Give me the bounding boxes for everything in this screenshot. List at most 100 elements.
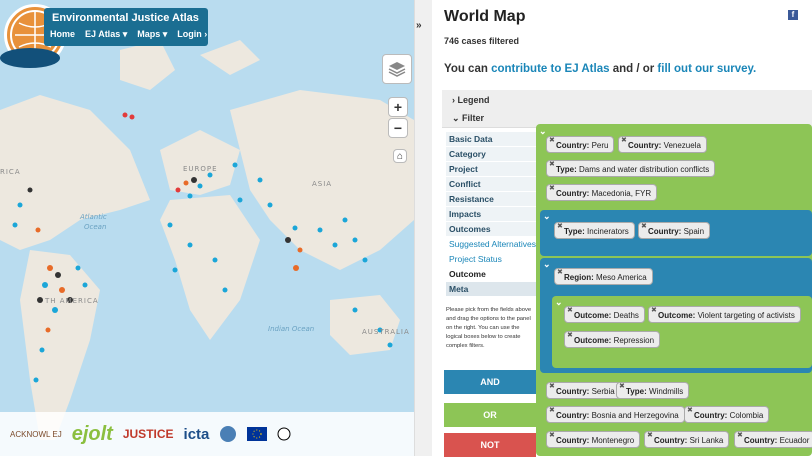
contribute-prefix: You can	[444, 63, 492, 75]
remove-tag-icon[interactable]: ✖	[549, 136, 555, 144]
filter-tag[interactable]: ✖ Type: Windmills	[616, 382, 690, 399]
contribute-mid: and / or	[609, 63, 658, 75]
zoom-in-button[interactable]: +	[388, 97, 408, 117]
contribute-link[interactable]: contribute to EJ Atlas	[491, 63, 609, 75]
label-south-america: TH AMERICA	[45, 297, 99, 305]
filter-tag[interactable]: ✖ Country: Serbia	[546, 382, 621, 399]
chevron-down-icon[interactable]: ⌄	[543, 211, 551, 222]
remove-tag-icon[interactable]: ✖	[737, 431, 743, 439]
nav-login[interactable]: Login ›	[177, 29, 207, 40]
filter-tag[interactable]: ✖ Country: Bosnia and Herzegovina	[546, 406, 685, 423]
nav-menu: Home EJ Atlas ▾ Maps ▾ Login ›	[50, 29, 207, 40]
menu-outcome[interactable]: Outcome	[446, 267, 536, 282]
tag-key: Country:	[556, 411, 590, 420]
filter-tag[interactable]: ✖ Country: Montenegro	[546, 431, 641, 448]
collapse-panel-button[interactable]: »	[416, 20, 422, 31]
remove-tag-icon[interactable]: ✖	[567, 331, 573, 339]
partner-logos: ACKNOWL EJ ejolt JUSTICE icta	[0, 412, 414, 456]
tag-value: Peru	[591, 141, 609, 150]
filter-tag[interactable]: ✖ Country: Macedonia, FYR	[546, 184, 658, 201]
filter-tag[interactable]: ✖ Country: Colombia	[684, 406, 770, 423]
layers-button[interactable]	[382, 54, 412, 84]
menu-basic-data[interactable]: Basic Data	[446, 132, 536, 147]
label-asia: ASIA	[312, 180, 333, 188]
menu-category[interactable]: Category	[446, 147, 536, 162]
tag-key: Type:	[564, 227, 585, 236]
acknowlej-logo[interactable]: ACKNOWL EJ	[10, 430, 62, 439]
remove-tag-icon[interactable]: ✖	[651, 306, 657, 314]
menu-meta[interactable]: Meta	[446, 282, 536, 297]
menu-resistance[interactable]: Resistance	[446, 192, 536, 207]
remove-tag-icon[interactable]: ✖	[567, 306, 573, 314]
legend-label: Legend	[457, 95, 490, 105]
tag-value: Windmills	[648, 387, 684, 396]
ejolt-logo[interactable]: ejolt	[72, 423, 113, 446]
remove-tag-icon[interactable]: ✖	[549, 160, 555, 168]
envjustice-logo[interactable]: JUSTICE	[123, 427, 174, 441]
home-button[interactable]: ⌂	[393, 149, 407, 163]
remove-tag-icon[interactable]: ✖	[647, 431, 653, 439]
tag-key: Country:	[628, 141, 662, 150]
tag-key: Outcome:	[574, 311, 612, 320]
menu-project[interactable]: Project	[446, 162, 536, 177]
chevron-down-icon[interactable]: ⌄	[539, 126, 547, 137]
filter-tag[interactable]: ✖ Country: Peru	[546, 136, 615, 153]
remove-tag-icon[interactable]: ✖	[557, 268, 563, 276]
zoom-out-button[interactable]: −	[388, 118, 408, 138]
remove-tag-icon[interactable]: ✖	[549, 382, 555, 390]
remove-tag-icon[interactable]: ✖	[641, 222, 647, 230]
creative-commons-icon	[277, 427, 291, 441]
chevron-down-icon[interactable]: ⌄	[543, 259, 551, 270]
filter-tag[interactable]: ✖ Country: Ecuador	[734, 431, 812, 448]
label-north-america: RICA	[0, 168, 21, 176]
menu-project-status[interactable]: Project Status	[446, 252, 536, 267]
page-title: World Map	[444, 8, 526, 25]
tag-value: Sri Lanka	[689, 436, 724, 445]
tag-value: Macedonia, FYR	[591, 189, 652, 198]
label-indian-ocean: Indian Ocean	[268, 325, 315, 333]
filter-field-menu: Basic Data Category Project Conflict Res…	[446, 132, 536, 297]
nav-maps[interactable]: Maps ▾	[137, 29, 167, 40]
not-button[interactable]: NOT	[444, 433, 536, 457]
side-panel: World Map f 746 cases filtered You can c…	[432, 0, 812, 457]
contribute-text: You can contribute to EJ Atlas and / or …	[444, 63, 756, 75]
filter-tag[interactable]: ✖ Country: Spain	[638, 222, 711, 239]
filter-tag[interactable]: ✖ Type: Dams and water distribution confl…	[546, 160, 716, 177]
tag-key: Country:	[556, 436, 590, 445]
filter-tag[interactable]: ✖ Outcome: Deaths	[564, 306, 645, 323]
menu-conflict[interactable]: Conflict	[446, 177, 536, 192]
app-title[interactable]: Environmental Justice Atlas	[52, 12, 199, 24]
remove-tag-icon[interactable]: ✖	[549, 184, 555, 192]
filter-tag[interactable]: ✖ Country: Sri Lanka	[644, 431, 730, 448]
remove-tag-icon[interactable]: ✖	[549, 431, 555, 439]
label-australia: AUSTRALIA	[362, 328, 410, 336]
menu-impacts[interactable]: Impacts	[446, 207, 536, 222]
remove-tag-icon[interactable]: ✖	[619, 382, 625, 390]
tag-key: Country:	[556, 141, 590, 150]
remove-tag-icon[interactable]: ✖	[621, 136, 627, 144]
filter-tag[interactable]: ✖ Country: Venezuela	[618, 136, 707, 153]
tag-value: Serbia	[591, 387, 615, 396]
menu-suggested-alternatives[interactable]: Suggested Alternatives	[446, 237, 536, 252]
icta-logo[interactable]: icta	[184, 426, 210, 443]
facebook-icon[interactable]: f	[788, 10, 798, 20]
menu-outcomes[interactable]: Outcomes	[446, 222, 536, 237]
remove-tag-icon[interactable]: ✖	[687, 406, 693, 414]
chevron-down-icon[interactable]: ⌄	[555, 297, 563, 308]
tag-value: Incinerators	[586, 227, 629, 236]
filter-tag[interactable]: ✖ Outcome: Violent targeting of activists	[648, 306, 801, 323]
legend-toggle[interactable]: › Legend	[442, 90, 812, 110]
nav-home[interactable]: Home	[50, 29, 75, 40]
world-map[interactable]: EUROPE ASIA RICA Atlantic Ocean TH AMERI…	[0, 0, 414, 456]
tag-value: Deaths	[613, 311, 639, 320]
remove-tag-icon[interactable]: ✖	[549, 406, 555, 414]
filter-label: Filter	[462, 113, 485, 123]
filter-tag[interactable]: ✖ Outcome: Repression	[564, 331, 661, 348]
nav-ej-atlas[interactable]: EJ Atlas ▾	[85, 29, 127, 40]
and-button[interactable]: AND	[444, 370, 536, 394]
or-button[interactable]: OR	[444, 403, 536, 427]
filter-tag[interactable]: ✖ Type: Incinerators	[554, 222, 635, 239]
survey-link[interactable]: fill out our survey.	[657, 63, 756, 75]
remove-tag-icon[interactable]: ✖	[557, 222, 563, 230]
filter-tag[interactable]: ✖ Region: Meso America	[554, 268, 653, 285]
